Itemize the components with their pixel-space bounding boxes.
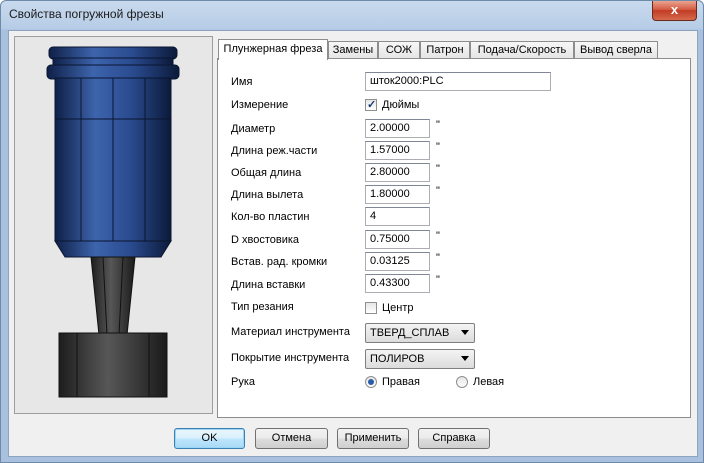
cut-type-label: Тип резания (231, 301, 294, 313)
tab-plunge-mill[interactable]: Плунжерная фреза (218, 39, 328, 60)
close-button[interactable]: x (652, 1, 697, 21)
overhang-length-input[interactable]: 1.80000 (365, 185, 430, 204)
ok-button[interactable]: OK (174, 428, 245, 449)
center-checkbox[interactable] (365, 302, 377, 314)
check-icon: ✓ (367, 99, 377, 111)
cut-length-unit: " (436, 141, 440, 153)
material-value: ТВЕРД_СПЛАВ (370, 327, 450, 339)
name-label: Имя (231, 76, 253, 88)
diameter-unit: " (436, 119, 440, 131)
insert-length-input[interactable]: 0.43300 (365, 274, 430, 293)
tab-coolant[interactable]: СОЖ (378, 41, 420, 59)
insert-radius-unit: " (436, 252, 440, 264)
tab-holder[interactable]: Патрон (420, 41, 470, 59)
inserts-label: Кол-во пластин (231, 211, 310, 223)
coating-value: ПОЛИРОВ (370, 353, 425, 365)
overhang-length-label: Длина вылета (231, 189, 304, 201)
close-icon: x (670, 2, 679, 17)
insert-length-unit: " (436, 274, 440, 286)
cut-length-label: Длина реж.части (231, 145, 318, 157)
tab-feed-speed[interactable]: Подача/Скорость (470, 41, 574, 59)
apply-button[interactable]: Применить (337, 428, 409, 449)
coating-label: Покрытие инструмента (231, 352, 350, 364)
total-length-unit: " (436, 163, 440, 175)
shank-diameter-input[interactable]: 0.75000 (365, 230, 430, 249)
hand-right-label: Правая (382, 376, 420, 388)
tab-drill-output[interactable]: Вывод сверла (574, 41, 658, 59)
insert-length-label: Длина вставки (231, 279, 306, 291)
plunge-mill-icon (46, 46, 180, 398)
total-length-label: Общая длина (231, 167, 302, 179)
cancel-button[interactable]: Отмена (255, 428, 328, 449)
window-title: Свойства погружной фрезы (9, 7, 164, 21)
total-length-input[interactable]: 2.80000 (365, 163, 430, 182)
hand-left-label: Левая (473, 376, 505, 388)
cut-length-input[interactable]: 1.57000 (365, 141, 430, 160)
inserts-input[interactable]: 4 (365, 207, 430, 226)
material-label: Материал инструмента (231, 326, 350, 338)
properties-panel: Имя шток2000:PLC Измерение ✓ Дюймы Диаме… (217, 58, 691, 418)
title-bar[interactable]: Свойства погружной фрезы x (1, 1, 703, 29)
tool-preview (14, 36, 213, 414)
inches-checkbox[interactable]: ✓ (365, 99, 377, 111)
hand-label: Рука (231, 376, 256, 388)
name-input[interactable]: шток2000:PLC (365, 72, 551, 91)
center-checkbox-label: Центр (382, 302, 414, 314)
hand-left-radio[interactable] (456, 376, 468, 388)
dialog-window: Свойства погружной фрезы x Плунжерная фр… (0, 0, 704, 463)
inches-checkbox-label: Дюймы (382, 99, 420, 111)
diameter-label: Диаметр (231, 123, 276, 135)
material-select[interactable]: ТВЕРД_СПЛАВ (365, 323, 475, 343)
overhang-length-unit: " (436, 185, 440, 197)
help-button[interactable]: Справка (418, 428, 490, 449)
measure-label: Измерение (231, 99, 289, 111)
chevron-down-icon (461, 330, 469, 335)
hand-right-radio[interactable] (365, 376, 377, 388)
insert-radius-input[interactable]: 0.03125 (365, 252, 430, 271)
tab-replacements[interactable]: Замены (328, 41, 378, 59)
insert-radius-label: Встав. рад. кромки (231, 256, 328, 268)
radio-selected-dot (368, 379, 374, 385)
shank-diameter-label: D хвостовика (231, 234, 300, 246)
coating-select[interactable]: ПОЛИРОВ (365, 349, 475, 369)
diameter-input[interactable]: 2.00000 (365, 119, 430, 138)
dialog-client: Плунжерная фреза Замены СОЖ Патрон Подач… (8, 30, 698, 457)
chevron-down-icon (461, 356, 469, 361)
shank-diameter-unit: " (436, 230, 440, 242)
